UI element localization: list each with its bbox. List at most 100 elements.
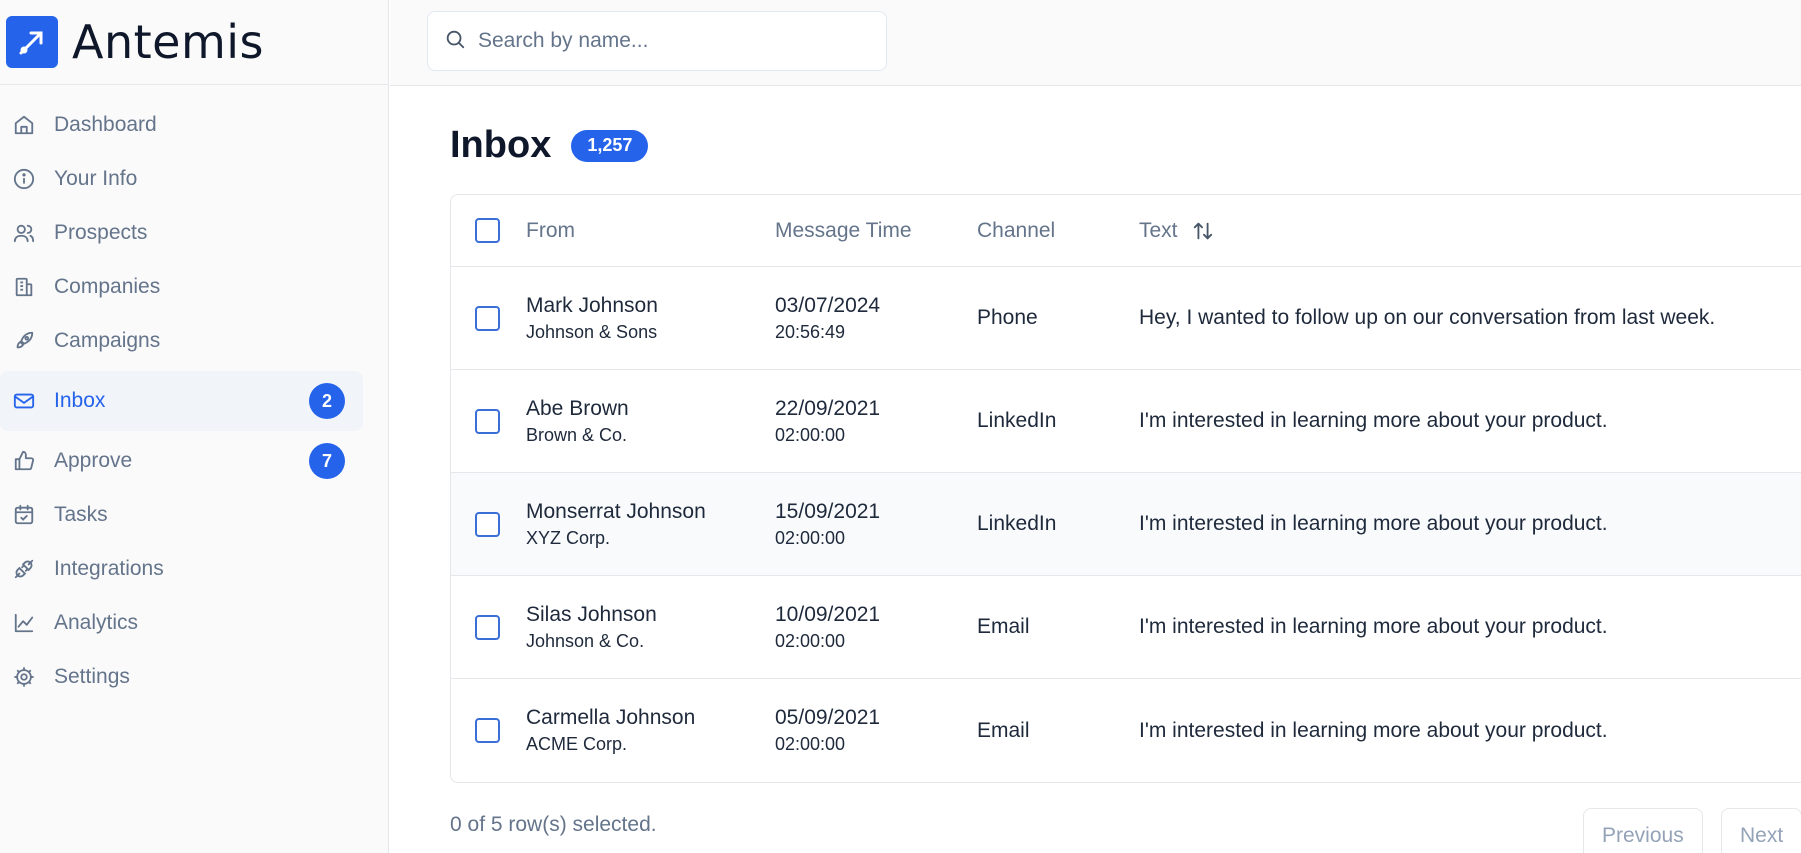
text-cell: I'm interested in learning more about yo… [1139, 512, 1608, 535]
inbox-table: From Message Time Channel Text Mark John… [450, 194, 1801, 783]
search-box[interactable] [427, 11, 887, 71]
calendar-check-icon [12, 503, 36, 527]
column-header-channel[interactable]: Channel [977, 219, 1055, 243]
sender-company: Johnson & Co. [526, 630, 645, 651]
mail-icon [12, 389, 36, 413]
sidebar-item-prospects[interactable]: Prospects [0, 206, 363, 260]
time-cell: 05/09/2021 02:00:00 [775, 706, 880, 755]
row-checkbox[interactable] [475, 305, 500, 331]
sidebar-item-approve[interactable]: Approve 7 [0, 434, 363, 488]
column-header-message-time[interactable]: Message Time [775, 219, 912, 243]
sidebar-item-tasks[interactable]: Tasks [0, 488, 363, 542]
from-cell: Monserrat Johnson XYZ Corp. [526, 500, 706, 549]
building-icon [12, 275, 36, 299]
sender-name: Carmella Johnson [526, 706, 696, 729]
text-cell: I'm interested in learning more about yo… [1139, 409, 1608, 432]
sidebar-item-label: Dashboard [54, 113, 157, 136]
table-row[interactable]: Abe Brown Brown & Co. 22/09/2021 02:00:0… [451, 370, 1801, 473]
sidebar-item-label: Analytics [54, 611, 139, 634]
row-checkbox[interactable] [475, 408, 500, 434]
sidebar-item-settings[interactable]: Settings [0, 650, 363, 704]
sidebar-item-dashboard[interactable]: Dashboard [0, 98, 363, 152]
time-cell: 22/09/2021 02:00:00 [775, 397, 880, 446]
sender-company: ACME Corp. [526, 734, 628, 754]
logo-icon [6, 16, 58, 68]
brand[interactable]: Antemis [0, 0, 388, 85]
sender-name: Silas Johnson [526, 602, 657, 626]
sender-company: Johnson & Sons [526, 321, 658, 342]
message-date: 10/09/2021 [775, 602, 881, 626]
app-name: Antemis [72, 15, 265, 69]
message-time: 02:00:00 [775, 527, 846, 548]
thumbs-up-icon [12, 449, 36, 473]
line-chart-icon [12, 611, 36, 635]
sort-icon[interactable] [1192, 220, 1214, 242]
sidebar-item-label: Companies [54, 275, 161, 298]
inbox-total-badge: 1,257 [571, 129, 649, 162]
sidebar-item-label: Campaigns [54, 329, 161, 352]
message-date: 05/09/2021 [775, 706, 881, 729]
gear-icon [12, 665, 36, 689]
column-header-text-label: Text [1139, 218, 1178, 242]
home-icon [12, 113, 36, 137]
sidebar-item-label: Your Info [54, 167, 138, 190]
row-checkbox[interactable] [475, 718, 500, 743]
rocket-icon [12, 329, 36, 353]
search-icon [444, 28, 466, 55]
main-content: Inbox 1,257 From Message Time Channel Te… [390, 86, 1801, 853]
sidebar-item-label: Inbox [54, 389, 106, 412]
sidebar-item-inbox[interactable]: Inbox 2 [0, 371, 363, 431]
time-cell: 03/07/2024 20:56:49 [775, 294, 880, 343]
sidebar-item-label: Prospects [54, 221, 148, 244]
sender-name: Abe Brown [526, 396, 629, 420]
approve-count-badge: 7 [309, 443, 345, 479]
table-row[interactable]: Carmella Johnson ACME Corp. 05/09/2021 0… [451, 679, 1801, 782]
table-row[interactable]: Silas Johnson Johnson & Co. 10/09/2021 0… [451, 576, 1801, 679]
message-time: 02:00:00 [775, 424, 846, 445]
from-cell: Silas Johnson Johnson & Co. [526, 603, 657, 652]
text-cell: I'm interested in learning more about yo… [1139, 718, 1608, 742]
table-row[interactable]: Monserrat Johnson XYZ Corp. 15/09/2021 0… [451, 473, 1801, 576]
channel-cell: Email [977, 615, 1030, 638]
page-title: Inbox [450, 124, 552, 166]
channel-cell: LinkedIn [977, 512, 1057, 535]
top-bar [390, 0, 1801, 86]
page-header: Inbox 1,257 [450, 124, 649, 167]
row-checkbox[interactable] [475, 614, 500, 640]
sidebar-item-your-info[interactable]: Your Info [0, 152, 363, 206]
time-cell: 10/09/2021 02:00:00 [775, 603, 880, 652]
sidebar-item-label: Integrations [54, 557, 164, 580]
users-icon [12, 221, 36, 245]
sender-name: Mark Johnson [526, 293, 658, 317]
sender-name: Monserrat Johnson [526, 499, 706, 523]
table-header: From Message Time Channel Text [451, 195, 1801, 267]
sidebar-item-companies[interactable]: Companies [0, 260, 363, 314]
sidebar-item-analytics[interactable]: Analytics [0, 596, 363, 650]
message-date: 03/07/2024 [775, 293, 881, 317]
sender-company: Brown & Co. [526, 424, 628, 445]
inbox-count-badge: 2 [309, 383, 345, 419]
message-date: 15/09/2021 [775, 499, 881, 523]
message-date: 22/09/2021 [775, 396, 881, 420]
from-cell: Abe Brown Brown & Co. [526, 397, 629, 446]
message-time: 02:00:00 [775, 630, 846, 651]
time-cell: 15/09/2021 02:00:00 [775, 500, 880, 549]
from-cell: Mark Johnson Johnson & Sons [526, 294, 658, 343]
from-cell: Carmella Johnson ACME Corp. [526, 706, 695, 755]
message-time: 20:56:49 [775, 321, 846, 342]
sidebar-nav: Dashboard Your Info Prospects Companies … [0, 85, 388, 704]
sidebar-item-integrations[interactable]: Integrations [0, 542, 363, 596]
column-header-text[interactable]: Text [1139, 219, 1214, 243]
previous-button[interactable]: Previous [1583, 808, 1703, 853]
sidebar-item-label: Tasks [54, 503, 108, 526]
sidebar-item-campaigns[interactable]: Campaigns [0, 314, 363, 368]
select-all-checkbox[interactable] [475, 218, 500, 243]
sender-company: XYZ Corp. [526, 527, 611, 548]
next-button[interactable]: Next [1721, 808, 1801, 853]
column-header-from[interactable]: From [526, 219, 575, 243]
sidebar-item-label: Settings [54, 665, 130, 688]
channel-cell: Email [977, 718, 1030, 742]
table-row[interactable]: Mark Johnson Johnson & Sons 03/07/2024 2… [451, 267, 1801, 370]
search-input[interactable] [478, 29, 858, 53]
row-checkbox[interactable] [475, 511, 500, 537]
